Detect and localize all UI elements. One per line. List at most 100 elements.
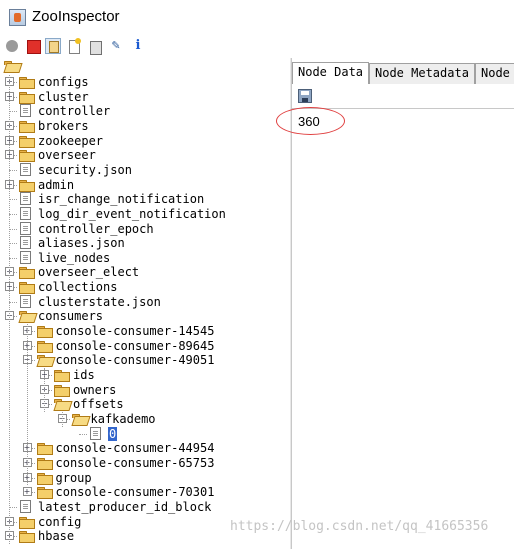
refresh-icon[interactable] xyxy=(45,38,61,54)
tree-folder-node[interactable]: + overseer xyxy=(5,148,285,163)
tree-folder-node[interactable]: + ids xyxy=(40,368,285,382)
add-node-icon[interactable] xyxy=(66,38,82,54)
folder-icon xyxy=(18,149,35,163)
folder-icon xyxy=(18,281,35,295)
folder-open-icon xyxy=(71,413,87,425)
folder-icon xyxy=(18,530,35,544)
tree-folder-node[interactable]: + zookeeper xyxy=(5,134,285,148)
tree-node-label[interactable]: controller xyxy=(38,104,110,118)
tree-folder-node[interactable]: + console-consumer-65753 xyxy=(22,456,286,470)
edit-icon[interactable]: ✎ xyxy=(108,38,124,54)
tree-leaf-node[interactable]: live_nodes xyxy=(5,250,285,265)
tree-node-label[interactable]: controller_epoch xyxy=(38,222,154,236)
folder-icon xyxy=(18,179,35,192)
tree-folder-node[interactable]: + console-consumer-89645 xyxy=(22,339,286,353)
tree-folder-node[interactable]: + overseer_elect xyxy=(5,265,285,280)
file-icon xyxy=(20,499,31,513)
tree-node-label[interactable]: kafkademo xyxy=(91,412,156,426)
delete-node-icon[interactable] xyxy=(87,38,103,55)
tree-node-label[interactable]: isr_change_notification xyxy=(38,192,204,206)
tree-leaf-node[interactable]: isr_change_notification xyxy=(5,192,285,206)
info-icon[interactable]: i xyxy=(130,38,146,54)
tree-node-label[interactable]: console-consumer-44954 xyxy=(56,441,215,455)
watermark: https://blog.csdn.net/qq_41665356 xyxy=(230,519,489,534)
tree-leaf-node[interactable]: clusterstate.json xyxy=(5,294,285,309)
tree-node-label[interactable]: log_dir_event_notification xyxy=(38,207,226,221)
folder-icon xyxy=(36,442,53,456)
tree-folder-node[interactable]: − consumers xyxy=(5,309,285,323)
tab-node-acls[interactable]: Node xyxy=(475,63,514,84)
tree-folder-node[interactable]: + owners xyxy=(40,383,285,397)
tree-folder-node[interactable]: + admin xyxy=(5,178,285,192)
tree-leaf-node[interactable]: security.json xyxy=(5,162,285,177)
tree-node-label[interactable]: live_nodes xyxy=(38,251,110,265)
folder-icon xyxy=(18,120,35,133)
expand-toggle-icon[interactable]: + xyxy=(22,487,32,497)
annotation-circle xyxy=(276,107,345,135)
tree-node-label[interactable]: cluster xyxy=(38,90,89,104)
tree-node-label[interactable]: zookeeper xyxy=(38,134,103,148)
folder-icon xyxy=(36,457,53,470)
tree-folder-node[interactable]: + configs xyxy=(5,75,285,89)
tree-folder-node[interactable]: + cluster xyxy=(5,90,285,104)
root-folder-icon[interactable] xyxy=(3,60,19,72)
tree-folder-node[interactable]: + brokers xyxy=(5,119,285,133)
tree-leaf-node[interactable]: latest_producer_id_block xyxy=(5,499,285,514)
tree-folder-node[interactable]: − offsets xyxy=(40,397,285,411)
tree-node-label[interactable]: clusterstate.json xyxy=(38,295,161,309)
tree-node-label[interactable]: console-consumer-89645 xyxy=(56,339,215,353)
disconnect-icon[interactable] xyxy=(25,38,41,54)
title-bar: ZooInspector xyxy=(0,0,514,34)
tree-leaf-node[interactable]: controller xyxy=(5,104,285,118)
folder-icon xyxy=(36,340,53,353)
tree-leaf-node[interactable]: 0 xyxy=(75,426,285,441)
tree-node-label[interactable]: brokers xyxy=(38,119,89,133)
tree-node-label[interactable]: console-consumer-65753 xyxy=(56,456,215,470)
tree-leaf-node[interactable]: controller_epoch xyxy=(5,221,285,236)
tree-folder-node[interactable]: + console-consumer-14545 xyxy=(22,324,286,339)
file-icon xyxy=(20,250,31,264)
details-tabbar: Node Data Node Metadata Node xyxy=(292,61,514,84)
tree-node-label[interactable]: group xyxy=(56,471,92,485)
tab-node-data[interactable]: Node Data xyxy=(292,62,370,84)
tab-node-metadata[interactable]: Node Metadata xyxy=(369,63,475,84)
toolbar: ✎ i xyxy=(0,34,514,58)
save-icon[interactable] xyxy=(298,89,312,103)
tree-node-label[interactable]: security.json xyxy=(38,163,132,177)
tree-folder-node[interactable]: + collections xyxy=(5,280,285,295)
tree-node-label[interactable]: hbase xyxy=(38,529,74,543)
tree-node-label[interactable]: offsets xyxy=(73,397,124,411)
tree-node-label[interactable]: latest_producer_id_block xyxy=(38,500,211,514)
tree-node-label[interactable]: configs xyxy=(38,75,89,89)
folder-icon xyxy=(53,384,70,397)
tree-node-label[interactable]: ids xyxy=(73,368,95,382)
folder-icon xyxy=(53,369,70,382)
tree-node-label[interactable]: 0 xyxy=(108,426,118,441)
tree-leaf-node[interactable]: log_dir_event_notification xyxy=(5,206,285,221)
tree-node-label[interactable]: console-consumer-70301 xyxy=(56,485,215,499)
tree-node-label[interactable]: admin xyxy=(38,178,74,192)
tree-node-label[interactable]: console-consumer-14545 xyxy=(56,324,215,338)
file-icon xyxy=(90,426,101,440)
folder-open-icon xyxy=(36,354,52,366)
tree-leaf-node[interactable]: aliases.json xyxy=(5,236,285,250)
file-icon xyxy=(20,192,31,206)
tree-node-label[interactable]: overseer xyxy=(38,148,96,162)
folder-icon xyxy=(36,472,53,485)
tree-node-label[interactable]: owners xyxy=(73,383,116,397)
tree-node-label[interactable]: console-consumer-49051 xyxy=(56,353,215,367)
folder-icon xyxy=(36,486,53,500)
tree-node-label[interactable]: aliases.json xyxy=(38,236,125,250)
connect-icon[interactable] xyxy=(4,38,20,54)
tree-node-label[interactable]: consumers xyxy=(38,309,103,323)
tree-folder-node[interactable]: − console-consumer-49051 xyxy=(22,353,286,367)
tree-node-label[interactable]: config xyxy=(38,515,81,529)
tree-node-label[interactable]: collections xyxy=(38,280,117,294)
tree-folder-node[interactable]: − kafkademo xyxy=(57,412,286,426)
tree-folder-node[interactable]: + group xyxy=(22,471,286,485)
tree-node-label[interactable]: overseer_elect xyxy=(38,265,139,279)
tree-folder-node[interactable]: + console-consumer-44954 xyxy=(22,441,286,456)
folder-icon xyxy=(18,516,35,529)
node-tree[interactable]: + configs + cluster controller + brokers + zooke… xyxy=(0,58,290,549)
tree-folder-node[interactable]: + console-consumer-70301 xyxy=(22,485,286,500)
